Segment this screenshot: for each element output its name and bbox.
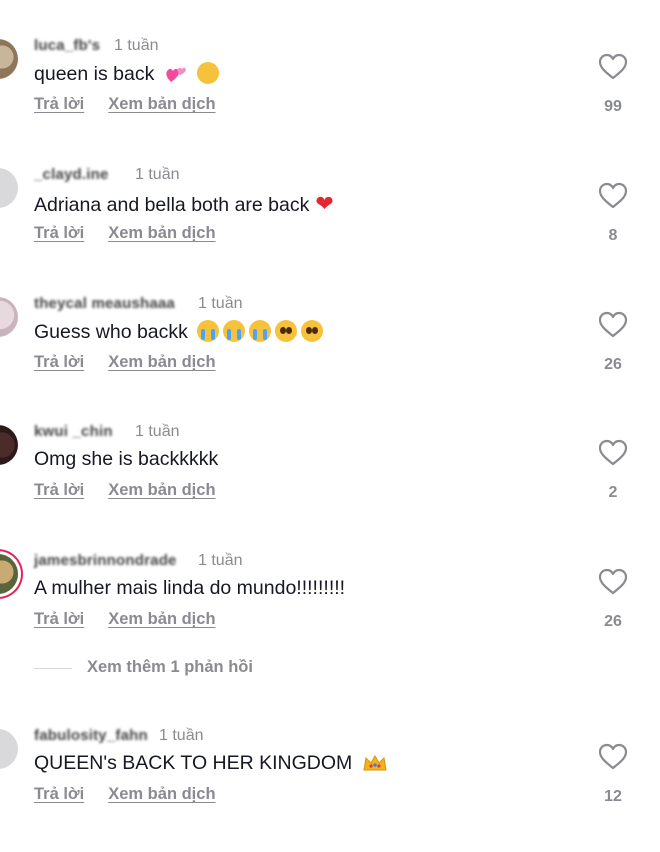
red-heart-icon: ❤ <box>315 191 334 216</box>
reply-divider <box>34 668 72 669</box>
comment-actions: Trả lời Xem bản dịch <box>34 481 216 500</box>
tired-face-icon <box>197 62 220 84</box>
avatar[interactable] <box>0 39 18 79</box>
like-count: 26 <box>604 613 622 630</box>
translate-button[interactable]: Xem bản dịch <box>108 353 215 371</box>
comment-time: 1 tuần <box>135 423 180 440</box>
heart-outline-icon[interactable] <box>598 311 628 339</box>
heart-outline-icon[interactable] <box>598 53 628 81</box>
avatar[interactable] <box>0 425 18 465</box>
crown-icon <box>363 754 387 771</box>
username[interactable]: theycal meaushaaa <box>34 295 175 312</box>
comment-item: luca_fb's 1 tuần queen is back Trả lời Xe… <box>0 37 660 147</box>
translate-button[interactable]: Xem bản dịch <box>108 95 215 113</box>
heart-outline-icon[interactable] <box>598 439 628 467</box>
comment-actions: Trả lời Xem bản dịch <box>34 95 216 114</box>
comment-text: QUEEN's BACK TO HER KINGDOM <box>34 752 388 775</box>
comment-time: 1 tuần <box>198 295 243 312</box>
comment-time: 1 tuần <box>135 166 180 183</box>
view-more-replies-label: Xem thêm 1 phản hồi <box>87 658 253 676</box>
avatar[interactable] <box>0 554 18 594</box>
comment-actions: Trả lời Xem bản dịch <box>34 610 216 629</box>
heart-outline-icon[interactable] <box>598 568 628 596</box>
comment-item: kwui _chin 1 tuần Omg she is backkkkk Tr… <box>0 423 660 533</box>
like-count: 2 <box>608 484 618 501</box>
translate-button[interactable]: Xem bản dịch <box>108 785 215 803</box>
avatar[interactable] <box>0 729 18 769</box>
username[interactable]: luca_fb's <box>34 37 100 54</box>
loudly-crying-face-icon <box>197 320 220 342</box>
username[interactable]: _clayd.ine <box>34 166 109 183</box>
avatar[interactable] <box>0 297 18 337</box>
like-count: 99 <box>604 98 622 115</box>
comment-text: Adriana and bella both are back ❤ <box>34 191 334 216</box>
view-more-replies-button[interactable]: Xem thêm 1 phản hồi <box>34 658 334 680</box>
username[interactable]: jamesbrinnondrade <box>34 552 177 569</box>
pleading-face-icon <box>301 320 324 342</box>
comment-text: A mulher mais linda do mundo!!!!!!!!! <box>34 577 346 599</box>
comment-text: queen is back <box>34 62 220 86</box>
revolving-hearts-icon <box>166 67 186 82</box>
username[interactable]: fabulosity_fahn <box>34 727 148 744</box>
comment-time: 1 tuần <box>159 727 204 744</box>
comment-actions: Trả lời Xem bản dịch <box>34 353 216 372</box>
comment-text: Guess who backk <box>34 320 324 344</box>
heart-outline-icon[interactable] <box>598 743 628 771</box>
avatar[interactable] <box>0 168 18 208</box>
reply-button[interactable]: Trả lời <box>34 481 84 499</box>
comment-item: theycal meaushaaa 1 tuần Guess who backk… <box>0 295 660 405</box>
like-count: 8 <box>608 227 618 244</box>
reply-button[interactable]: Trả lời <box>34 610 84 628</box>
loudly-crying-face-icon <box>223 320 246 342</box>
translate-button[interactable]: Xem bản dịch <box>108 610 215 628</box>
loudly-crying-face-icon <box>249 320 272 342</box>
comment-text: Omg she is backkkkk <box>34 448 219 470</box>
comment-actions: Trả lời Xem bản dịch <box>34 224 216 243</box>
username[interactable]: kwui _chin <box>34 423 113 440</box>
reply-button[interactable]: Trả lời <box>34 353 84 371</box>
heart-outline-icon[interactable] <box>598 182 628 210</box>
comment-time: 1 tuần <box>198 552 243 569</box>
comment-item: jamesbrinnondrade 1 tuần A mulher mais l… <box>0 552 660 662</box>
reply-button[interactable]: Trả lời <box>34 785 84 803</box>
pleading-face-icon <box>275 320 298 342</box>
translate-button[interactable]: Xem bản dịch <box>108 224 215 242</box>
reply-button[interactable]: Trả lời <box>34 224 84 242</box>
like-count: 12 <box>604 788 622 805</box>
reply-button[interactable]: Trả lời <box>34 95 84 113</box>
comment-item: fabulosity_fahn 1 tuần QUEEN's BACK TO H… <box>0 727 660 837</box>
like-count: 26 <box>604 356 622 373</box>
comment-item: _clayd.ine 1 tuần Adriana and bella both… <box>0 166 660 276</box>
comment-time: 1 tuần <box>114 37 159 54</box>
comment-actions: Trả lời Xem bản dịch <box>34 785 216 804</box>
translate-button[interactable]: Xem bản dịch <box>108 481 215 499</box>
